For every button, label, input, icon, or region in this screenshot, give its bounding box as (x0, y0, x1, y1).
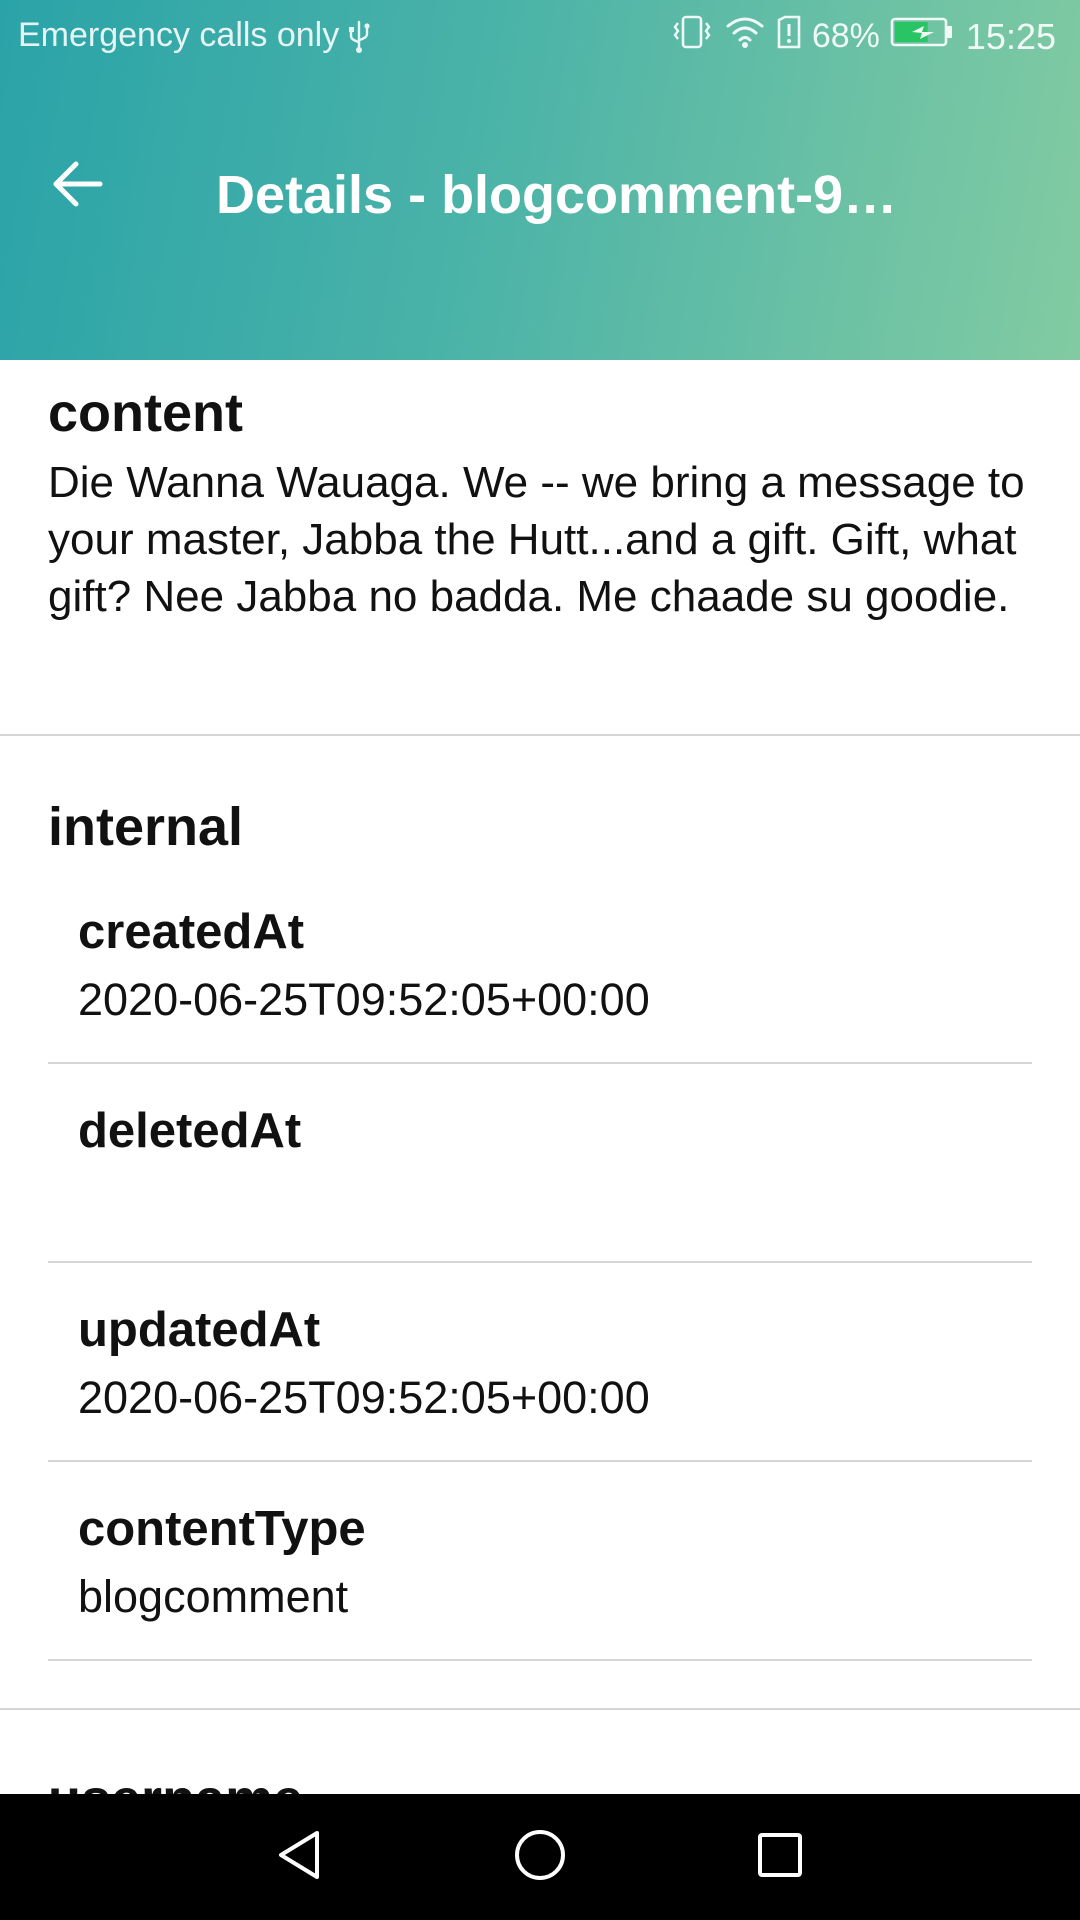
field-name: deletedAt (78, 1104, 302, 1158)
section-divider (0, 1708, 1080, 1710)
arrow-back-icon (50, 156, 106, 217)
details-list[interactable]: content Die Wanna Wauaga. We -- we bring… (0, 360, 1080, 1794)
status-bar: Emergency calls only 68% 15:25 (0, 0, 1080, 74)
field-value: blogcomment (78, 1571, 349, 1622)
field-value: 2020-06-25T09:52:05+00:00 (78, 974, 650, 1025)
carrier-text: Emergency calls only (18, 16, 340, 54)
app-bar: Details - blogcomment-9… (0, 74, 1080, 360)
back-triangle-icon (273, 1827, 325, 1888)
field-divider (48, 1261, 1032, 1263)
battery-percent: 68% (811, 17, 880, 55)
field-name: contentType (78, 1502, 366, 1556)
sim-alert-icon (776, 14, 802, 59)
field-name: createdAt (78, 905, 305, 959)
home-circle-icon (512, 1827, 568, 1888)
status-right: 68% 15:25 (660, 14, 1056, 59)
usb-icon (347, 18, 371, 54)
field-value: 2020-06-25T09:52:05+00:00 (78, 1372, 650, 1423)
battery-charging-icon (890, 16, 954, 57)
internal-section-title: internal (48, 797, 244, 857)
status-left: Emergency calls only (18, 16, 371, 55)
nav-back-button[interactable] (259, 1817, 339, 1897)
header: Emergency calls only 68% 15:25 Details -… (0, 0, 1080, 360)
field-divider (48, 1460, 1032, 1462)
field-name: updatedAt (78, 1303, 321, 1357)
clock: 15:25 (965, 15, 1056, 57)
field-divider (48, 1659, 1032, 1661)
nav-recents-button[interactable] (740, 1817, 820, 1897)
page-title: Details - blogcomment-9… (216, 165, 898, 225)
vibrate-icon (670, 14, 714, 59)
navigation-bar (0, 1794, 1080, 1920)
field-divider (48, 1062, 1032, 1064)
wifi-icon (724, 14, 766, 59)
nav-home-button[interactable] (500, 1817, 580, 1897)
back-button[interactable] (40, 148, 116, 224)
content-section-title: content (48, 383, 243, 443)
username-section-title: username (48, 1768, 303, 1794)
recents-square-icon (754, 1829, 806, 1886)
content-value: Die Wanna Wauaga. We -- we bring a messa… (48, 458, 1025, 621)
section-divider (0, 734, 1080, 736)
